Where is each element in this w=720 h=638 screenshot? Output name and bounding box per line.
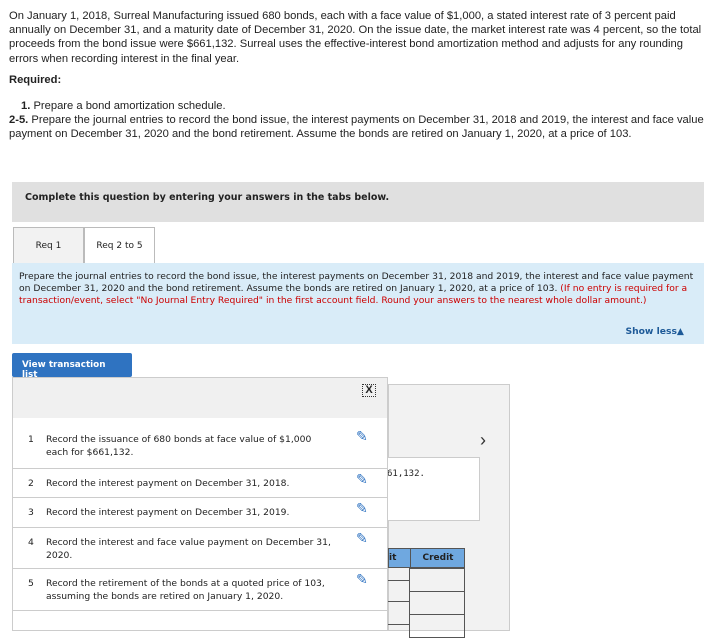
transaction-item-2[interactable]: 2 Record the interest payment on December…	[13, 469, 388, 498]
item-number: 1	[28, 434, 34, 445]
pencil-icon[interactable]: ✎	[356, 473, 368, 487]
debit-header: it	[389, 553, 397, 563]
next-chevron-icon[interactable]: ›	[480, 430, 486, 451]
pencil-icon[interactable]: ✎	[356, 502, 368, 516]
instruction-bar: Complete this question by entering your …	[12, 182, 704, 222]
transaction-list-popup: X 1 Record the issuance of 680 bonds at f…	[12, 377, 388, 631]
item-text: Record the issuance of 680 bonds at face…	[46, 434, 312, 458]
item-text: Record the interest payment on December …	[46, 478, 290, 489]
item-text: Record the interest payment on December …	[46, 507, 290, 518]
transaction-item-1[interactable]: 1 Record the issuance of 680 bonds at fac…	[13, 430, 388, 469]
transaction-item-5[interactable]: 5 Record the retirement of the bonds at a…	[13, 569, 388, 611]
item-number: 5	[28, 578, 34, 589]
credit-header: Credit	[410, 549, 465, 567]
row-divider	[388, 601, 409, 602]
journal-table-header: it Credit	[388, 548, 465, 568]
show-less-link[interactable]: Show less▲	[625, 326, 684, 338]
instructions-panel: Prepare the journal entries to record th…	[12, 263, 704, 344]
tab-req-2-to-5[interactable]: Req 2 to 5	[84, 227, 155, 264]
tab-req-1[interactable]: Req 1	[13, 227, 84, 264]
requirement-number: 2-5.	[9, 114, 29, 126]
item-number: 2	[28, 478, 34, 489]
row-divider	[388, 580, 409, 581]
pencil-icon[interactable]: ✎	[356, 430, 368, 444]
pencil-icon[interactable]: ✎	[356, 573, 368, 587]
transaction-item-3[interactable]: 3 Record the interest payment on December…	[13, 498, 388, 528]
requirement-2: 2-5. Prepare the journal entries to reco…	[9, 113, 715, 141]
close-icon[interactable]: X	[362, 384, 376, 397]
popup-header	[13, 378, 387, 418]
required-heading: Required:	[9, 74, 62, 86]
requirement-text: Prepare a bond amortization schedule.	[33, 100, 226, 112]
credit-input[interactable]	[409, 614, 465, 638]
requirement-1: 1. Prepare a bond amortization schedule.	[21, 99, 226, 113]
item-number: 3	[28, 507, 34, 518]
transaction-item-4[interactable]: 4 Record the interest and face value paym…	[13, 528, 388, 569]
item-text: Record the retirement of the bonds at a …	[46, 578, 325, 602]
item-number: 4	[28, 537, 34, 548]
row-divider	[388, 624, 409, 625]
requirement-number: 1.	[21, 100, 31, 112]
credit-input[interactable]	[409, 568, 465, 592]
transaction-description-box: 61,132.	[380, 457, 480, 521]
pencil-icon[interactable]: ✎	[356, 532, 368, 546]
problem-statement: On January 1, 2018, Surreal Manufacturin…	[9, 10, 702, 65]
requirement-text: Prepare the journal entries to record th…	[9, 114, 704, 140]
item-text: Record the interest and face value payme…	[46, 537, 331, 561]
credit-input[interactable]	[409, 591, 465, 615]
view-transaction-list-button[interactable]: View transaction list	[12, 353, 132, 380]
